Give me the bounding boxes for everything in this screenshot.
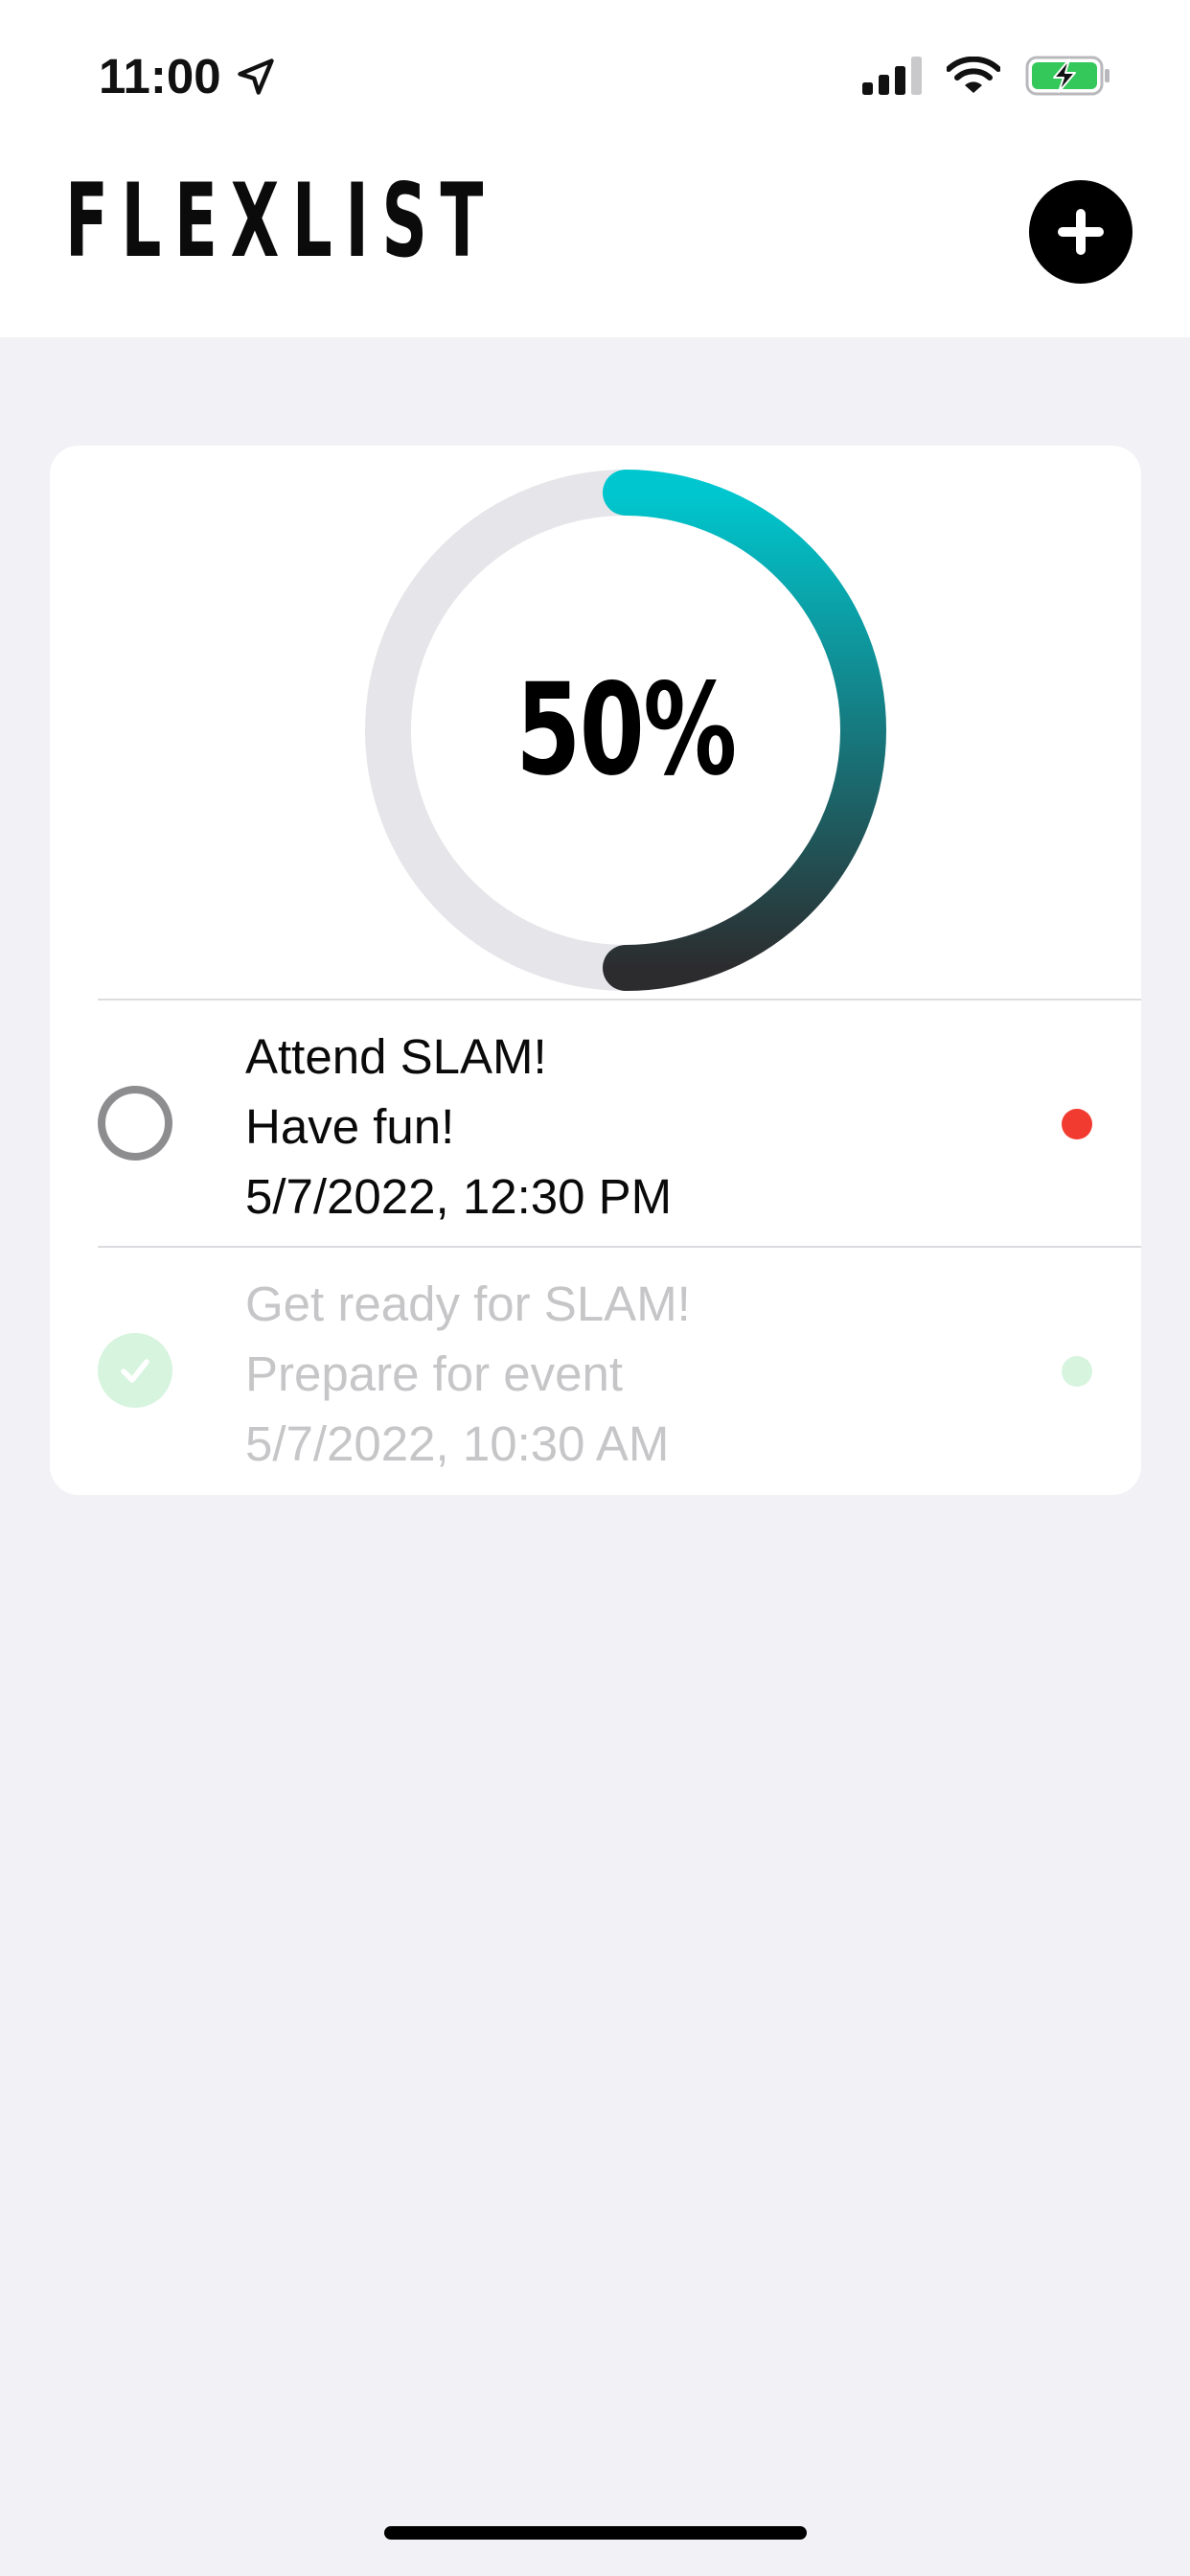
progress-ring: 50% [364,469,887,992]
priority-dot [1062,1109,1092,1139]
cellular-signal-icon [862,57,922,95]
task-datetime: 5/7/2022, 10:30 AM [245,1416,670,1471]
priority-dot [1062,1356,1092,1387]
location-arrow-icon [237,58,274,95]
task-note: Have fun! [245,1099,455,1154]
task-title: Get ready for SLAM! [245,1276,691,1331]
app-title: FLEXLIST [65,162,496,280]
status-bar-time: 11:00 [99,48,277,104]
task-row[interactable]: Get ready for SLAM! Prepare for event 5/… [50,1248,1141,1493]
progress-label-wrap: 50% [364,469,887,992]
add-task-button[interactable] [1029,180,1133,284]
task-checkbox[interactable] [98,1333,172,1408]
progress-percent: 50% [515,656,737,804]
plus-icon [1058,209,1104,255]
checkmark-icon [121,1359,149,1383]
status-time-text: 11:00 [99,49,221,104]
task-card: 50% Attend SLAM! Have fun! 5/7/2022, 12:… [50,446,1141,1495]
task-title: Attend SLAM! [245,1029,547,1084]
task-checkbox[interactable] [98,1086,172,1161]
task-datetime: 5/7/2022, 12:30 PM [245,1169,673,1224]
task-row[interactable]: Attend SLAM! Have fun! 5/7/2022, 12:30 P… [50,1000,1141,1246]
task-text: Get ready for SLAM! Prepare for event 5/… [245,1269,691,1479]
wifi-icon [947,57,1000,93]
top-bar: 11:00 FLEXLIST [0,0,1190,337]
status-icons [862,56,1111,96]
task-text: Attend SLAM! Have fun! 5/7/2022, 12:30 P… [245,1022,672,1231]
task-note: Prepare for event [245,1346,624,1401]
home-indicator [384,2526,807,2540]
battery-charging-icon [1025,56,1110,96]
